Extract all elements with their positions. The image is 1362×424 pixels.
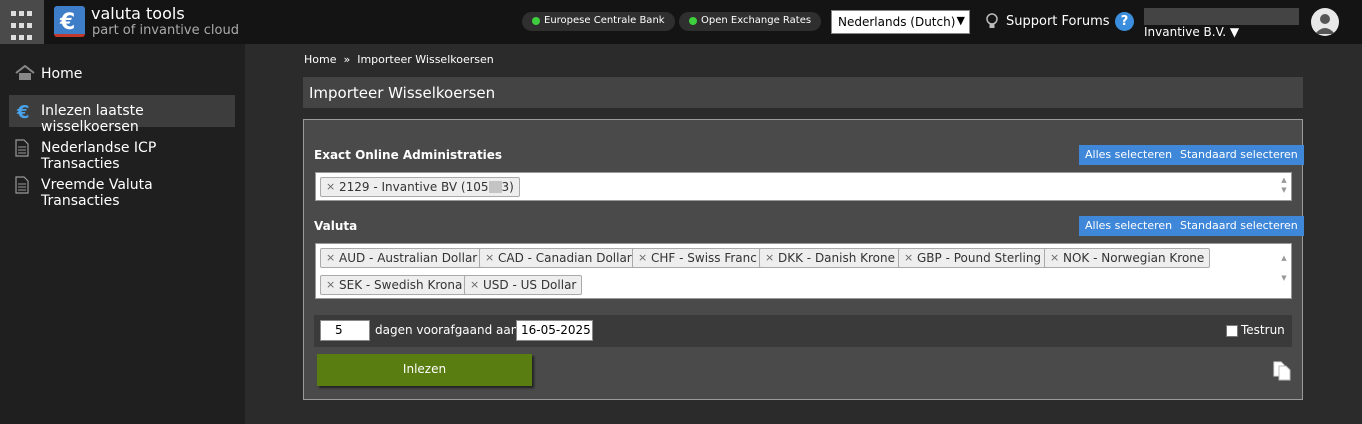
currency-tag: × CAD - Canadian Dollar xyxy=(479,248,638,268)
language-select[interactable]: Nederlands (Dutch) ▼ xyxy=(831,10,970,34)
administrations-label: Exact Online Administraties xyxy=(314,148,503,162)
euro-logo-icon[interactable]: € xyxy=(54,6,85,37)
remove-tag-icon[interactable]: × xyxy=(485,251,494,264)
avatar[interactable] xyxy=(1311,8,1339,36)
top-bar: € valuta tools part of invantive cloud E… xyxy=(0,0,1362,44)
user-name-redacted xyxy=(1144,8,1299,25)
remove-tag-icon[interactable]: × xyxy=(765,251,774,264)
scrollbar[interactable]: ▲ ▼ xyxy=(1280,248,1288,296)
breadcrumb: Home » Importeer Wisselkoersen xyxy=(304,53,494,66)
currency-tag: × GBP - Pound Sterling xyxy=(898,248,1048,268)
lightbulb-icon xyxy=(986,13,998,28)
currencies-multiselect[interactable]: × AUD - Australian Dollar × CAD - Canadian… xyxy=(315,243,1292,299)
currency-tag: × USD - US Dollar xyxy=(464,275,583,295)
administration-tag: × 2129 - Invantive BV (105 3) xyxy=(320,177,520,197)
status-dot-icon xyxy=(532,17,540,25)
remove-tag-icon[interactable]: × xyxy=(1050,251,1059,264)
remove-tag-icon[interactable]: × xyxy=(326,278,335,291)
inlezen-button[interactable]: Inlezen xyxy=(317,354,532,386)
app-grid-icon[interactable] xyxy=(0,0,44,44)
administrations-select-all-button[interactable]: Alles selecteren xyxy=(1079,145,1179,165)
svg-text:€: € xyxy=(59,10,75,32)
breadcrumb-home[interactable]: Home xyxy=(304,53,336,66)
days-input[interactable]: 5 xyxy=(320,320,370,341)
scrollbar[interactable]: ▲ ▼ xyxy=(1280,175,1288,199)
date-range-row: 5 dagen voorafgaand aan 16-05-2025 Testr… xyxy=(314,315,1292,347)
currency-tag: × DKK - Danish Krone xyxy=(759,248,902,268)
import-form-panel: Exact Online Administraties Alles select… xyxy=(303,119,1304,400)
company-dropdown[interactable]: Invantive B.V. ▼ xyxy=(1144,25,1239,39)
status-dot-icon xyxy=(689,17,697,25)
breadcrumb-current: Importeer Wisselkoersen xyxy=(357,53,494,66)
support-forums-link[interactable]: Support Forums xyxy=(1006,14,1110,29)
brand-subtitle: part of invantive cloud xyxy=(92,23,239,38)
currencies-select-default-button[interactable]: Standaard selecteren xyxy=(1174,216,1304,236)
status-pill-oxr: Open Exchange Rates xyxy=(679,12,822,31)
testrun-checkbox[interactable] xyxy=(1226,325,1238,337)
testrun-label: Testrun xyxy=(1241,323,1285,337)
document-icon xyxy=(15,139,29,157)
days-label: dagen voorafgaand aan xyxy=(375,323,519,337)
remove-tag-icon[interactable]: × xyxy=(638,251,647,264)
help-icon[interactable]: ? xyxy=(1115,12,1134,31)
euro-icon: € xyxy=(16,102,30,120)
home-icon xyxy=(15,65,35,80)
sidebar-item-inlezen[interactable]: € Inlezen laatste wisselkoersen xyxy=(9,95,235,135)
sidebar-item-vreemde-valuta[interactable]: Vreemde Valuta Transacties xyxy=(9,169,235,209)
page-title: Importeer Wisselkoersen xyxy=(303,77,1303,108)
currencies-label: Valuta xyxy=(314,219,358,233)
status-pill-ecb: Europese Centrale Bank xyxy=(522,12,675,31)
sidebar-item-icp[interactable]: Nederlandse ICP Transacties xyxy=(9,132,235,172)
currency-tag: × NOK - Norwegian Krone xyxy=(1044,248,1211,268)
remove-tag-icon[interactable]: × xyxy=(326,180,335,193)
currency-tag: × AUD - Australian Dollar xyxy=(320,248,484,268)
remove-tag-icon[interactable]: × xyxy=(904,251,913,264)
administrations-multiselect[interactable]: × 2129 - Invantive BV (105 3) ▲ ▼ xyxy=(315,172,1292,201)
remove-tag-icon[interactable]: × xyxy=(326,251,335,264)
remove-tag-icon[interactable]: × xyxy=(470,278,479,291)
administrations-select-default-button[interactable]: Standaard selecteren xyxy=(1174,145,1304,165)
svg-text:€: € xyxy=(16,102,30,120)
document-icon xyxy=(15,176,29,194)
brand-title[interactable]: valuta tools xyxy=(91,4,185,23)
chevron-down-icon: ▼ xyxy=(956,14,965,27)
redacted-digit xyxy=(488,181,502,193)
user-icon xyxy=(1315,14,1335,34)
date-input[interactable]: 16-05-2025 xyxy=(516,320,593,341)
sidebar-item-home[interactable]: Home xyxy=(9,58,235,90)
currency-tag: × CHF - Swiss Franc xyxy=(632,248,763,268)
copy-icon[interactable] xyxy=(1273,361,1291,381)
currencies-select-all-button[interactable]: Alles selecteren xyxy=(1079,216,1179,236)
breadcrumb-separator: » xyxy=(343,53,351,66)
sidebar: Home € Inlezen laatste wisselkoersen Ned… xyxy=(0,44,245,424)
currency-tag: × SEK - Swedish Krona xyxy=(320,275,469,295)
